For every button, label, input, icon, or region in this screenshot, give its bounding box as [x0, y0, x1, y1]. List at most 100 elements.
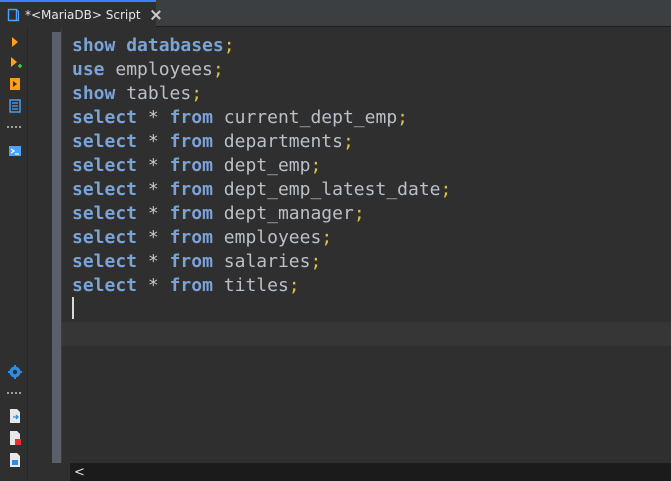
code-line[interactable]: select * from dept_emp; [72, 154, 451, 178]
sql-keyword: select [72, 179, 138, 200]
statement-terminator: ; [288, 275, 300, 296]
sql-identifier: current_dept_emp [223, 107, 398, 128]
code-line[interactable]: select * from dept_emp_latest_date; [72, 178, 451, 202]
statement-terminator: ; [310, 155, 322, 176]
sql-keyword: select [72, 107, 138, 128]
sql-operator: * [147, 107, 159, 128]
code-line[interactable]: select * from salaries; [72, 250, 451, 274]
code-line[interactable]: show databases; [72, 34, 451, 58]
sql-identifier: salaries [223, 251, 311, 272]
sql-identifier: titles [223, 275, 289, 296]
sql-keyword: select [72, 155, 138, 176]
sql-identifier: tables [126, 83, 192, 104]
statement-terminator: ; [397, 107, 408, 128]
sql-identifier: dept_emp_latest_date [223, 179, 441, 200]
execute-script-icon[interactable] [7, 55, 23, 71]
sql-keyword: from [169, 155, 213, 176]
sql-operator: * [147, 227, 159, 248]
editor-gutter [52, 32, 61, 463]
statement-terminator: ; [342, 131, 354, 152]
sql-operator: * [147, 155, 159, 176]
sql-keyword: from [169, 179, 213, 200]
statement-terminator: ; [191, 83, 203, 104]
sql-editor[interactable]: show databases; use employees; show tables… [62, 27, 671, 463]
explain-plan-icon[interactable] [7, 98, 23, 114]
code-line[interactable]: select * from dept_manager; [72, 202, 451, 226]
editor-tab-bar: *<MariaDB> Script [0, 0, 671, 27]
text-caret [72, 297, 74, 319]
sql-identifier: dept_manager [223, 203, 354, 224]
code-line[interactable]: select * from titles; [72, 274, 451, 298]
sql-identifier: departments [223, 131, 343, 152]
execute-statement-icon[interactable] [7, 34, 23, 50]
code-line[interactable]: show tables; [72, 82, 451, 106]
sql-operator: * [147, 203, 159, 224]
sql-keyword: databases [126, 35, 224, 56]
statement-terminator: ; [223, 35, 235, 56]
close-icon[interactable] [150, 9, 156, 21]
sql-code[interactable]: show databases; use employees; show tables… [72, 34, 451, 298]
code-line[interactable]: select * from employees; [72, 226, 451, 250]
sql-keyword: select [72, 203, 138, 224]
editor-toolbar [0, 27, 28, 481]
sql-keyword: show [72, 35, 116, 56]
sql-keyword: from [169, 203, 213, 224]
settings-icon[interactable] [7, 364, 23, 380]
sql-keyword: from [169, 251, 213, 272]
more-dots-icon[interactable] [6, 391, 22, 395]
code-line[interactable]: select * from departments; [72, 130, 451, 154]
sql-keyword: from [169, 275, 213, 296]
statement-terminator: ; [440, 179, 452, 200]
sql-operator: * [147, 251, 159, 272]
import-icon[interactable] [7, 430, 23, 446]
sql-keyword: select [72, 251, 138, 272]
statement-terminator: ; [353, 203, 365, 224]
sql-identifier: employees [115, 59, 213, 80]
horizontal-scrollbar[interactable]: < [70, 463, 671, 481]
bottom-left-corner [28, 463, 70, 481]
tab-script[interactable]: *<MariaDB> Script [0, 0, 156, 27]
code-line[interactable]: use employees; [72, 58, 451, 82]
show-output-icon[interactable] [7, 143, 23, 159]
export-icon[interactable] [7, 408, 23, 424]
sql-keyword: select [72, 131, 138, 152]
sql-identifier: dept_emp [223, 155, 311, 176]
more-dots-icon[interactable] [6, 125, 22, 129]
tab-title: *<MariaDB> Script [25, 7, 141, 22]
execute-new-tab-icon[interactable] [7, 76, 23, 92]
save-file-icon[interactable] [7, 452, 23, 468]
scroll-left-icon[interactable]: < [74, 465, 85, 480]
statement-terminator: ; [321, 227, 333, 248]
sql-operator: * [147, 179, 159, 200]
sql-script-icon [6, 8, 20, 22]
code-line[interactable]: select * from current_dept_emp; [72, 106, 451, 130]
sql-keyword: show [72, 83, 116, 104]
sql-keyword: from [169, 107, 213, 128]
current-line-highlight [62, 322, 671, 346]
